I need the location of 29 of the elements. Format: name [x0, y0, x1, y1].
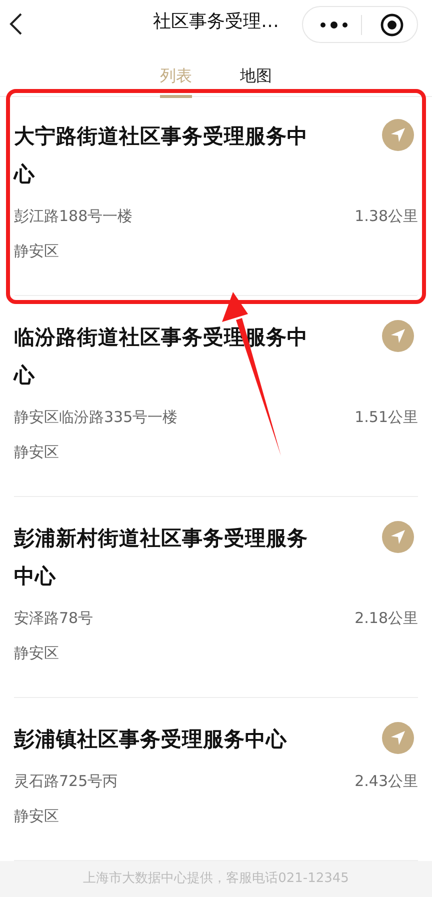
district-text: 静安区	[14, 644, 59, 662]
center-name[interactable]: 彭浦镇社区事务受理服务中心	[14, 720, 310, 758]
page-title: 社区事务受理…	[153, 10, 279, 34]
navigation-arrow-icon	[389, 528, 407, 546]
navigate-button[interactable]	[382, 520, 414, 553]
distance-text: 1.38公里	[354, 206, 418, 227]
navigate-button[interactable]	[382, 118, 414, 151]
address-text: 静安区临汾路335号一楼	[14, 406, 178, 428]
back-icon[interactable]	[8, 12, 24, 36]
navigation-arrow-icon	[389, 326, 407, 345]
navigate-button[interactable]	[382, 320, 414, 352]
district-text: 静安区	[14, 242, 59, 260]
navigation-arrow-icon	[389, 126, 407, 144]
district-text: 静安区	[14, 806, 59, 825]
tab[interactable]: 地图	[240, 42, 272, 97]
more-icon[interactable]	[319, 20, 349, 28]
navigation-arrow-icon	[389, 728, 407, 747]
distance-text: 2.18公里	[354, 608, 418, 629]
address-text: 安泽路78号	[14, 608, 94, 629]
address-text: 灵石路725号丙	[14, 770, 118, 792]
footer-note: 上海市大数据中心提供，客服电话021-12345	[0, 860, 432, 897]
navigate-button[interactable]	[382, 722, 414, 754]
close-icon[interactable]	[380, 12, 404, 36]
center-name[interactable]: 彭浦新村街道社区事务受理服务中心	[14, 518, 310, 595]
district-text: 静安区	[14, 442, 59, 461]
distance-text: 2.43公里	[354, 770, 418, 792]
address-text: 彭江路188号一楼	[14, 206, 133, 227]
distance-text: 1.51公里	[354, 406, 418, 428]
center-name[interactable]: 大宁路街道社区事务受理服务中心	[14, 116, 310, 193]
